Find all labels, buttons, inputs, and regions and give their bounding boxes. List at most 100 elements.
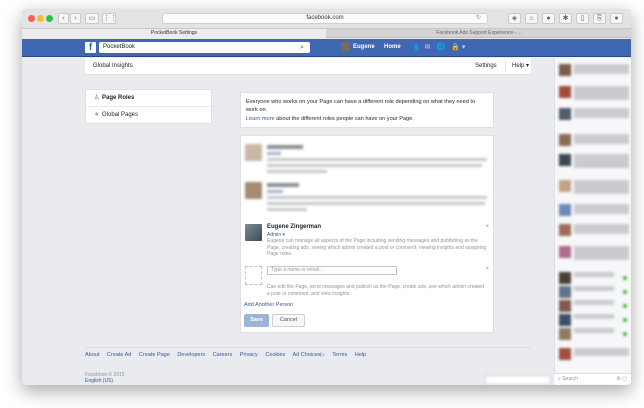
chat-contact[interactable] (559, 204, 629, 221)
search-icon[interactable]: ⌕ (300, 42, 304, 53)
settings-icon[interactable]: 🔒▾ (451, 44, 467, 51)
footer-link-cookies[interactable]: Cookies (265, 352, 285, 358)
download-icon[interactable]: ● (610, 13, 623, 24)
chat-tab[interactable] (485, 375, 551, 385)
tab-label: PocketBook Settings (150, 30, 198, 36)
page-footer: About Create Ad Create Page Developers C… (85, 347, 531, 385)
tab-pocketbook-settings[interactable]: PocketBook Settings (22, 29, 326, 38)
footer-link-developers[interactable]: Developers (177, 352, 205, 358)
search-input[interactable]: PocketBook ⌕ (99, 42, 310, 53)
footer-link-help[interactable]: Help (355, 352, 366, 358)
redacted-text (267, 208, 307, 211)
close-window-button[interactable] (28, 15, 35, 22)
sidebar-item-global-pages[interactable]: ★ Global Pages (86, 107, 211, 124)
chat-contact[interactable] (559, 154, 629, 171)
help-dropdown[interactable]: Help ▾ (505, 61, 529, 72)
remove-new-person-icon[interactable]: × (485, 266, 489, 272)
member-role-description: Eugene can manage all aspects of the Pag… (267, 238, 487, 257)
url-text: facebook.com (306, 15, 344, 21)
settings-link[interactable]: Settings (475, 58, 497, 75)
sidebar-item-label: Global Pages (102, 112, 139, 118)
chat-search-input[interactable]: ⌕ Search ⚙ ▢ (554, 373, 631, 384)
sidebar-item-label: Page Roles (102, 95, 135, 101)
zoom-window-button[interactable] (46, 15, 53, 22)
global-insights-link[interactable]: Global Insights (93, 58, 133, 75)
remove-member-icon[interactable]: × (485, 224, 489, 230)
user-name: Eugene (353, 44, 375, 51)
footer-link-terms[interactable]: Terms (332, 352, 347, 358)
footer-link-ad-choices[interactable]: Ad Choices▷ (292, 352, 324, 358)
footer-link-about[interactable]: About (85, 352, 99, 358)
person-icon: ♙ (94, 95, 100, 101)
redacted-name (267, 183, 299, 187)
messages-icon[interactable]: ✉ (425, 44, 433, 51)
redacted-text (267, 196, 487, 199)
footer-link-create-page[interactable]: Create Page (139, 352, 170, 358)
chat-contact[interactable] (559, 348, 629, 365)
cancel-button[interactable]: Cancel (272, 314, 305, 327)
chat-settings-icon[interactable]: ⚙ ▢ (616, 374, 627, 385)
chat-contact[interactable] (559, 246, 629, 263)
facebook-logo-icon[interactable]: f (85, 42, 96, 53)
home-link[interactable]: Home (384, 42, 401, 53)
roles-info-text: Everyone who works on your Page can have… (246, 99, 476, 113)
roles-info-box: Everyone who works on your Page can have… (240, 92, 494, 128)
home-icon[interactable]: ⌂ (525, 13, 538, 24)
footer-link-careers[interactable]: Careers (213, 352, 233, 358)
redacted-text (267, 158, 487, 161)
avatar (245, 144, 262, 161)
footer-link-privacy[interactable]: Privacy (240, 352, 258, 358)
page-subnav: Global Insights Settings Help ▾ (85, 58, 531, 75)
avatar (245, 224, 262, 241)
avatar (245, 182, 262, 199)
member-name[interactable]: Eugene Zingerman (267, 224, 321, 230)
learn-more-link[interactable]: Learn more (246, 116, 275, 122)
new-person-avatar-placeholder (245, 266, 262, 285)
redacted-text (267, 164, 482, 167)
sidebar-item-page-roles[interactable]: ♙ Page Roles (86, 90, 211, 107)
learn-more-suffix: about the different roles people can hav… (274, 116, 414, 122)
tab-label: Facebook Ads Support Experience - ... (436, 30, 522, 36)
shield-icon[interactable]: ◈ (508, 13, 521, 24)
name-or-email-input[interactable]: Type a name or email... (267, 266, 397, 275)
tab-ads-support[interactable]: Facebook Ads Support Experience - ... (327, 29, 631, 38)
chat-contact[interactable] (559, 224, 629, 241)
address-bar[interactable]: facebook.com ↻ (162, 13, 488, 24)
minimize-window-button[interactable] (37, 15, 44, 22)
redacted-text (267, 202, 485, 205)
language-link[interactable]: English (US) (85, 378, 113, 384)
chat-contact[interactable] (559, 328, 629, 345)
info-icon[interactable]: ● (542, 13, 555, 24)
friend-requests-icon[interactable]: 👥 (410, 44, 421, 51)
tabs-grid-icon[interactable]: ⋮⋮ (102, 13, 117, 24)
browser-toolbar: ‹ › ▭ ⋮⋮ facebook.com ↻ ◈ ⌂ ● ✱ ▯ ⎘ ● (22, 9, 631, 29)
add-another-person-link[interactable]: Add Another Person (244, 302, 293, 308)
chat-search-placeholder: Search (562, 376, 579, 382)
save-button[interactable]: Save (244, 314, 269, 327)
redacted-name (267, 145, 303, 149)
chat-contact[interactable] (559, 134, 629, 151)
share-icon[interactable]: ⎘ (593, 13, 606, 24)
sidebar-icon[interactable]: ▭ (85, 13, 99, 24)
avatar (341, 42, 350, 51)
browser-window: ‹ › ▭ ⋮⋮ facebook.com ↻ ◈ ⌂ ● ✱ ▯ ⎘ ● Po… (22, 9, 631, 385)
settings-sidebar: ♙ Page Roles ★ Global Pages (85, 89, 212, 124)
notifications-icon[interactable]: 🌐 (437, 44, 448, 51)
redacted-member (245, 144, 489, 180)
star-icon: ★ (94, 112, 100, 118)
profile-link[interactable]: Eugene (341, 42, 375, 53)
redacted-role (267, 152, 281, 155)
footer-link-create-ad[interactable]: Create Ad (107, 352, 131, 358)
chat-contact[interactable] (559, 86, 629, 103)
bookmark-icon[interactable]: ▯ (576, 13, 589, 24)
chat-sidebar (554, 58, 631, 385)
new-person-role-description: Can edit the Page, send messages and pub… (267, 284, 485, 297)
extension-icon[interactable]: ✱ (559, 13, 572, 24)
back-icon[interactable]: ‹ (58, 13, 69, 24)
reload-icon[interactable]: ↻ (476, 14, 481, 23)
chat-contact[interactable] (559, 108, 629, 125)
search-value: PocketBook (103, 44, 136, 50)
chat-contact[interactable] (559, 180, 629, 197)
forward-icon[interactable]: › (70, 13, 81, 24)
chat-contact[interactable] (559, 64, 629, 81)
